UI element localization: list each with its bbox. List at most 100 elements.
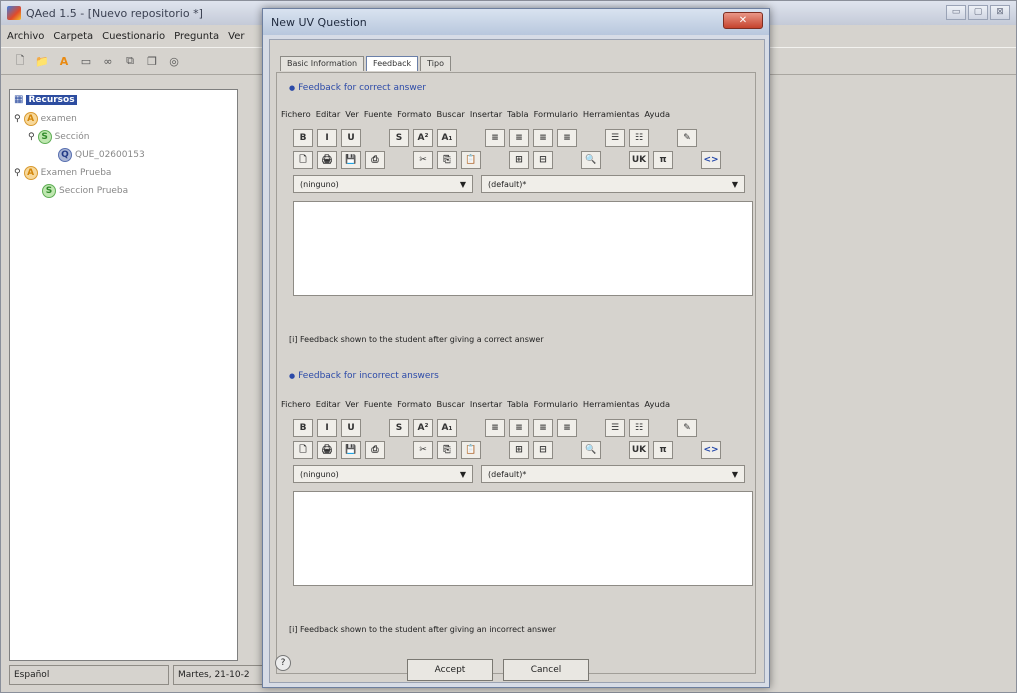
editor-menu-editar[interactable]: Editar (316, 109, 341, 119)
help-icon[interactable]: ? (275, 655, 291, 671)
new-document-icon[interactable]: 🗋 (11, 52, 29, 70)
correct-feedback-editor[interactable] (293, 201, 753, 296)
print-preview-icon[interactable]: ⎙ (365, 151, 385, 169)
close-window-button[interactable]: ⊠ (990, 5, 1010, 20)
underline-icon[interactable]: U (341, 129, 361, 147)
superscript-icon[interactable]: A² (413, 419, 433, 437)
math-pi-icon[interactable]: π (653, 441, 673, 459)
incorrect-feedback-editor[interactable] (293, 491, 753, 586)
disabled-icon[interactable]: ◎ (165, 52, 183, 70)
editor-menu-fuente[interactable]: Fuente (364, 109, 392, 119)
html-source-icon[interactable]: <> (701, 151, 721, 169)
align-center-icon[interactable]: ≡ (509, 419, 529, 437)
italic-icon[interactable]: I (317, 129, 337, 147)
search-icon[interactable]: 🔍 (581, 441, 601, 459)
editor-menu-buscar[interactable]: Buscar (436, 109, 464, 119)
editor-menu-formulario[interactable]: Formulario (534, 399, 578, 409)
font-select[interactable]: (default)* ▼ (481, 465, 745, 483)
maximize-button[interactable]: ▢ (968, 5, 988, 20)
subscript-icon[interactable]: A₁ (437, 129, 457, 147)
delete-table-icon[interactable]: ⊟ (533, 151, 553, 169)
paste-icon[interactable]: 📋 (461, 151, 481, 169)
copy-icon[interactable]: ⎘ (437, 441, 457, 459)
print-preview-icon[interactable]: ⎙ (365, 441, 385, 459)
underline-icon[interactable]: U (341, 419, 361, 437)
delete-table-icon[interactable]: ⊟ (533, 441, 553, 459)
paragraph-style-select[interactable]: (ninguno) ▼ (293, 175, 473, 193)
numbered-list-icon[interactable]: ☷ (629, 129, 649, 147)
bold-icon[interactable]: B (293, 419, 313, 437)
editor-menu-ayuda[interactable]: Ayuda (644, 109, 670, 119)
tree-node[interactable]: ⚲ A examen (14, 112, 77, 126)
editor-menu-buscar[interactable]: Buscar (436, 399, 464, 409)
cut-icon[interactable]: ✂ (413, 441, 433, 459)
superscript-icon[interactable]: A² (413, 129, 433, 147)
paragraph-style-select[interactable]: (ninguno) ▼ (293, 465, 473, 483)
editor-menu-fichero[interactable]: Fichero (281, 109, 311, 119)
cut-icon[interactable]: ✂ (413, 151, 433, 169)
expand-icon[interactable]: ⚲ (28, 132, 35, 142)
assessment-icon[interactable]: A (55, 52, 73, 70)
tab-feedback[interactable]: Feedback (366, 56, 419, 71)
print-icon[interactable]: 🖨 (317, 441, 337, 459)
editor-menu-herramientas[interactable]: Herramientas (583, 109, 640, 119)
editor-menu-formato[interactable]: Formato (397, 109, 431, 119)
window-icon[interactable]: ❐ (143, 52, 161, 70)
font-select[interactable]: (default)* ▼ (481, 175, 745, 193)
minimize-button[interactable]: ▭ (946, 5, 966, 20)
print-icon[interactable]: 🖨 (317, 151, 337, 169)
editor-menu-ayuda[interactable]: Ayuda (644, 399, 670, 409)
menu-carpeta[interactable]: Carpeta (53, 31, 93, 42)
paste-icon[interactable]: 📋 (461, 441, 481, 459)
link-icon[interactable]: ∞ (99, 52, 117, 70)
editor-menu-insertar[interactable]: Insertar (470, 399, 502, 409)
section-icon[interactable]: ▭ (77, 52, 95, 70)
insert-table-icon[interactable]: ⊞ (509, 441, 529, 459)
menu-archivo[interactable]: Archivo (7, 31, 44, 42)
editor-menu-editar[interactable]: Editar (316, 399, 341, 409)
expand-icon[interactable]: ⚲ (14, 114, 21, 124)
align-right-icon[interactable]: ≡ (533, 419, 553, 437)
insert-table-icon[interactable]: ⊞ (509, 151, 529, 169)
align-center-icon[interactable]: ≡ (509, 129, 529, 147)
link-edit-icon[interactable]: ✎ (677, 129, 697, 147)
subscript-icon[interactable]: A₁ (437, 419, 457, 437)
tab-basic-information[interactable]: Basic Information (280, 56, 365, 71)
tab-tipo[interactable]: Tipo (420, 56, 451, 71)
justify-icon[interactable]: ≡ (557, 129, 577, 147)
editor-menu-tabla[interactable]: Tabla (507, 109, 528, 119)
editor-menu-formulario[interactable]: Formulario (534, 109, 578, 119)
bullet-list-icon[interactable]: ☰ (605, 419, 625, 437)
folder-icon[interactable]: 📁 (33, 52, 51, 70)
editor-menu-insertar[interactable]: Insertar (470, 109, 502, 119)
editor-menu-formato[interactable]: Formato (397, 399, 431, 409)
search-icon[interactable]: 🔍 (581, 151, 601, 169)
dialog-close-button[interactable]: ✕ (723, 12, 763, 29)
editor-menu-herramientas[interactable]: Herramientas (583, 399, 640, 409)
math-pi-icon[interactable]: π (653, 151, 673, 169)
spellcheck-icon[interactable]: UK (629, 151, 649, 169)
bold-icon[interactable]: B (293, 129, 313, 147)
new-icon[interactable]: 🗋 (293, 441, 313, 459)
save-icon[interactable]: 💾 (341, 151, 361, 169)
editor-menu-tabla[interactable]: Tabla (507, 399, 528, 409)
bullet-list-icon[interactable]: ☰ (605, 129, 625, 147)
spellcheck-icon[interactable]: UK (629, 441, 649, 459)
numbered-list-icon[interactable]: ☷ (629, 419, 649, 437)
link-edit-icon[interactable]: ✎ (677, 419, 697, 437)
accept-button[interactable]: Accept (407, 659, 493, 681)
menu-pregunta[interactable]: Pregunta (174, 31, 219, 42)
html-source-icon[interactable]: <> (701, 441, 721, 459)
menu-cuestionario[interactable]: Cuestionario (102, 31, 165, 42)
copy-icon[interactable]: ⧉ (121, 52, 139, 70)
strikethrough-icon[interactable]: S (389, 129, 409, 147)
editor-menu-ver[interactable]: Ver (345, 109, 359, 119)
expand-icon[interactable]: ⚲ (14, 168, 21, 178)
tree-node[interactable]: ⚲ S Sección (28, 130, 89, 144)
editor-menu-ver[interactable]: Ver (345, 399, 359, 409)
editor-menu-fichero[interactable]: Fichero (281, 399, 311, 409)
tree-node[interactable]: ⚲ A Examen Prueba (14, 166, 111, 180)
italic-icon[interactable]: I (317, 419, 337, 437)
align-right-icon[interactable]: ≡ (533, 129, 553, 147)
editor-menu-fuente[interactable]: Fuente (364, 399, 392, 409)
